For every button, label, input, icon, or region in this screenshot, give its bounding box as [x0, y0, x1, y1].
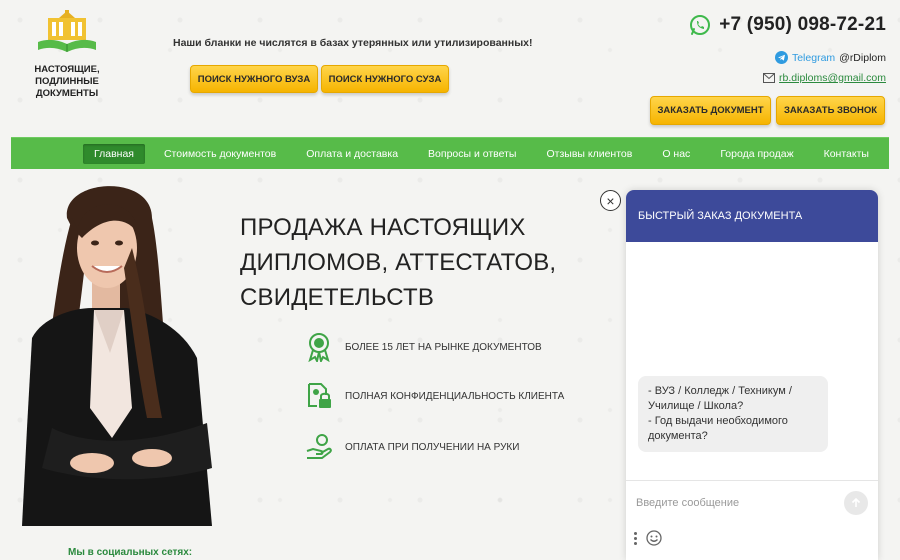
nav-item-cities[interactable]: Города продаж [709, 144, 804, 164]
phone-block: +7 (950) 098-72-21 [689, 14, 886, 36]
logo-text: Настоящие, подлинные документы [34, 64, 100, 99]
phone-number[interactable]: +7 (950) 098-72-21 [719, 14, 886, 36]
close-icon: × [606, 192, 615, 209]
nav-item-reviews[interactable]: Отзывы клиентов [535, 144, 643, 164]
chat-message-bubble: - ВУЗ / Колледж / Техникум / Училище / Ш… [638, 376, 828, 452]
email-contact: rb.diploms@gmail.com [763, 72, 886, 84]
telegram-contact: Telegram @rDiplom [774, 51, 886, 64]
nav-item-prices[interactable]: Стоимость документов [153, 144, 287, 164]
telegram-icon[interactable] [774, 51, 788, 64]
nav-item-contacts[interactable]: Контакты [813, 144, 880, 164]
feature-payment-text: Оплата при получении на руки [345, 441, 520, 453]
telegram-handle[interactable]: @rDiplom [839, 52, 886, 64]
mail-icon [763, 73, 776, 83]
award-ribbon-icon [308, 333, 330, 362]
order-document-button[interactable]: Заказать документ [650, 96, 771, 125]
chat-message-input[interactable] [636, 496, 844, 509]
hero-woman-image [22, 186, 212, 526]
feature-confidentiality: Полная конфиденциальность клиента [305, 382, 564, 410]
telegram-link[interactable]: Telegram [792, 52, 835, 64]
chat-input-row [626, 480, 878, 524]
chat-close-button[interactable]: × [600, 190, 621, 211]
chat-header: Быстрый заказ документа [626, 190, 878, 242]
feature-payment: Оплата при получении на руки [305, 433, 519, 461]
chat-tools [634, 530, 662, 546]
nav-item-payment-delivery[interactable]: Оплата и доставка [295, 144, 409, 164]
arrow-up-icon [851, 497, 861, 507]
search-suz-button[interactable]: Поиск нужного суза [321, 65, 449, 93]
feature-confidentiality-text: Полная конфиденциальность клиента [345, 390, 565, 402]
site-logo[interactable]: Настоящие, подлинные документы [8, 10, 126, 100]
lock-document-icon [308, 383, 331, 408]
chat-message-line: - ВУЗ / Колледж / Техникум / Училище / Ш… [648, 385, 792, 412]
logo-building-icon [38, 10, 96, 52]
nav-item-faq[interactable]: Вопросы и ответы [417, 144, 527, 164]
main-navigation: Главная Стоимость документов Оплата и до… [11, 137, 889, 169]
email-link[interactable]: rb.diploms@gmail.com [779, 72, 886, 84]
order-call-button[interactable]: Заказать звонок [776, 96, 885, 125]
quick-order-chat: Быстрый заказ документа - ВУЗ / Колледж … [626, 190, 878, 560]
search-vuz-button[interactable]: Поиск нужного вуза [190, 65, 318, 93]
feature-experience: Более 15 лет на рынке документов [305, 332, 542, 362]
hand-coin-icon [306, 434, 332, 459]
hero-title: Продажа настоящих дипломов, аттестатов, … [240, 214, 557, 311]
social-networks-label: Мы в социальных сетях: [68, 547, 193, 558]
chat-message-line: - Год выдачи необходимого документа? [648, 415, 788, 442]
more-options-icon[interactable] [634, 531, 638, 545]
whatsapp-icon[interactable] [689, 14, 711, 36]
send-button[interactable] [844, 490, 868, 515]
feature-experience-text: Более 15 лет на рынке документов [345, 341, 542, 353]
header-tagline: Наши бланки не числятся в базах утерянны… [173, 37, 533, 49]
nav-item-home[interactable]: Главная [83, 143, 145, 164]
nav-item-about[interactable]: О нас [651, 144, 701, 164]
emoji-icon[interactable] [646, 530, 662, 546]
